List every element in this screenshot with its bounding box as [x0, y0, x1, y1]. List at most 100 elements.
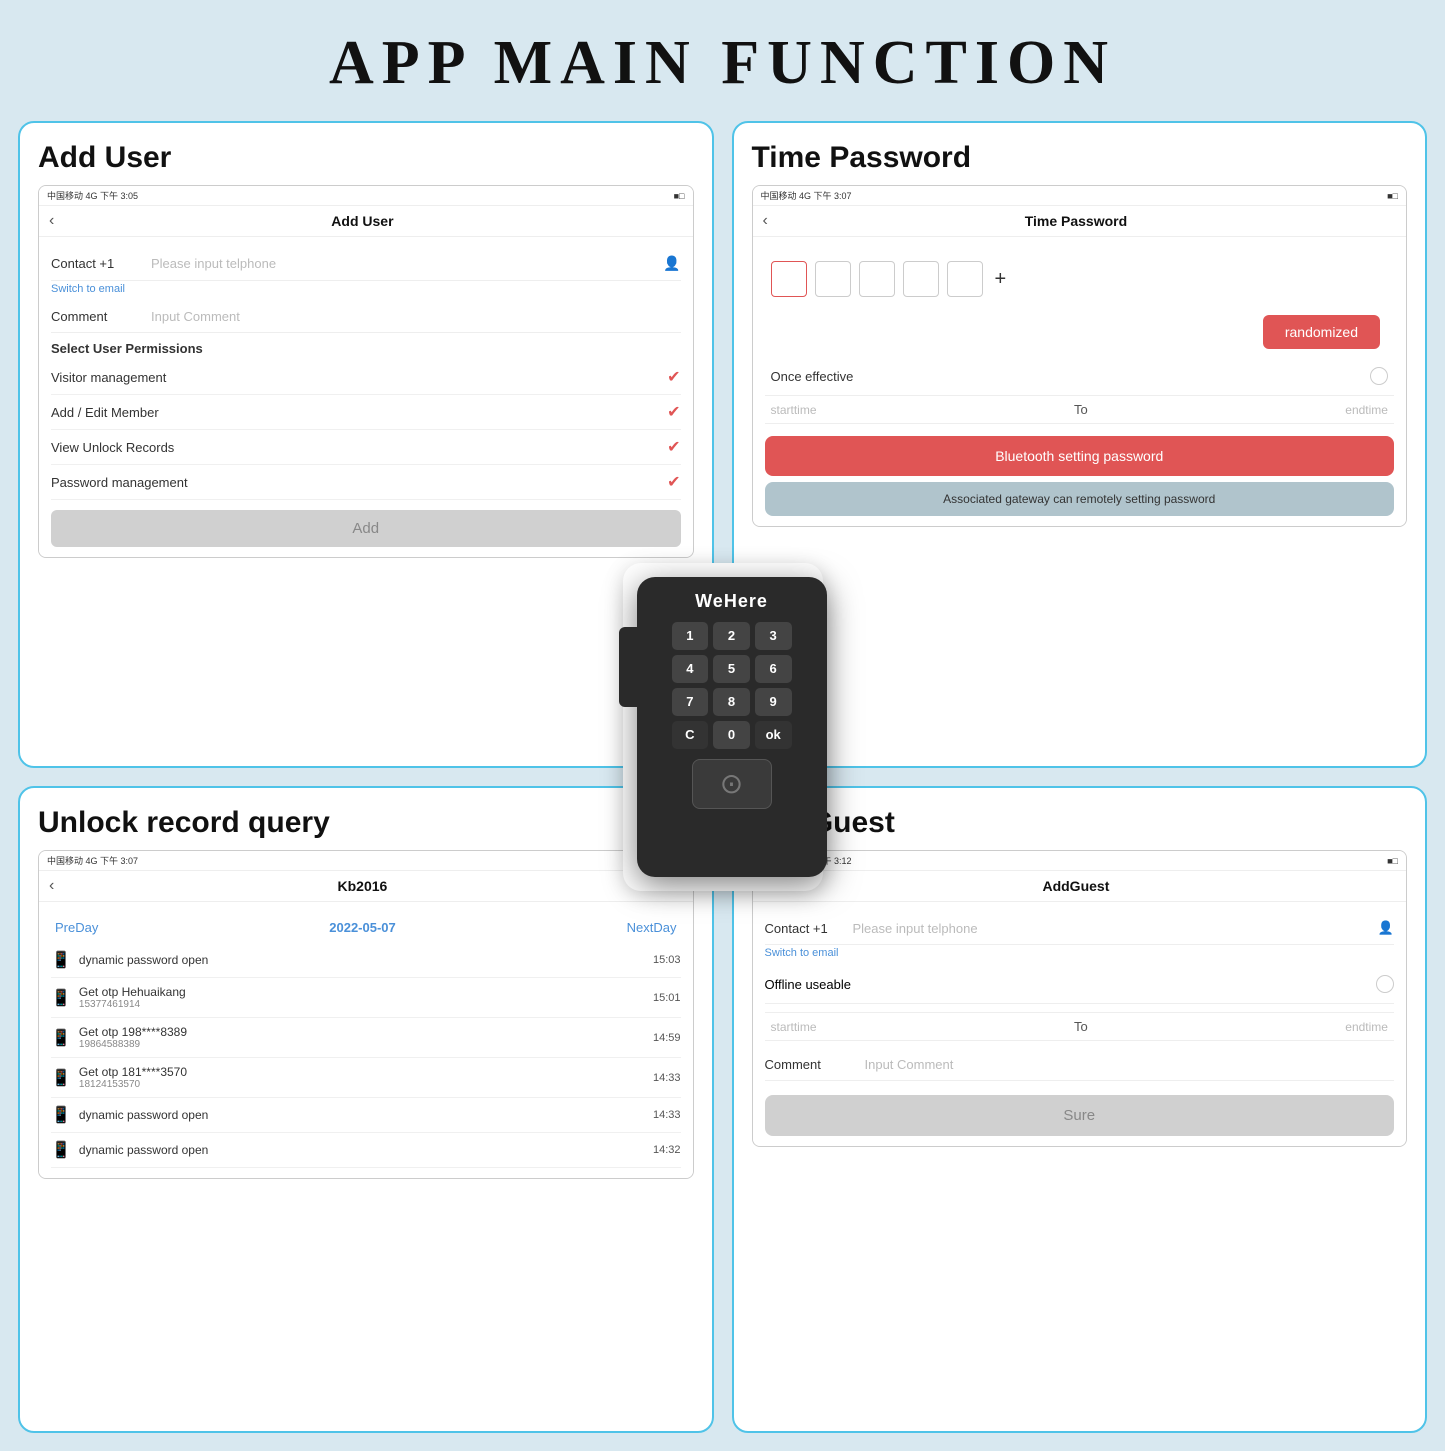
record-info-1: dynamic password open — [79, 953, 645, 967]
key-0[interactable]: 0 — [713, 721, 750, 749]
status-bar-tp: 中国移动 4G 下午 3:07 ■□ — [753, 186, 1407, 206]
key-3[interactable]: 3 — [755, 622, 792, 650]
key-8[interactable]: 8 — [713, 688, 750, 716]
add-guest-phone: 中国移动 4G 下午 3:12 ■□ ‹ AddGuest Contact +1… — [752, 850, 1408, 1147]
perm-member-check: ✔ — [667, 402, 680, 422]
key-6[interactable]: 6 — [755, 655, 792, 683]
tp-box-1[interactable] — [771, 261, 807, 297]
record-phone-icon-6: 📱 — [51, 1140, 71, 1160]
record-time-4: 14:33 — [653, 1072, 681, 1084]
ag-comment-placeholder: Input Comment — [865, 1057, 1395, 1072]
comment-label: Comment — [51, 309, 151, 324]
keypad: 1 2 3 4 5 6 7 8 9 C 0 ok — [672, 622, 792, 749]
tp-box-4[interactable] — [903, 261, 939, 297]
once-effective-label: Once effective — [771, 369, 854, 384]
perm-password: Password management ✔ — [51, 465, 681, 500]
perm-member: Add / Edit Member ✔ — [51, 395, 681, 430]
record-row-4: 📱 Get otp 181****3570 18124153570 14:33 — [51, 1058, 681, 1098]
record-phone-icon-1: 📱 — [51, 950, 71, 970]
record-row-1: 📱 dynamic password open 15:03 — [51, 943, 681, 978]
record-time-2: 15:01 — [653, 992, 681, 1004]
key-1[interactable]: 1 — [672, 622, 709, 650]
record-sub-4: 18124153570 — [79, 1079, 645, 1090]
record-time-3: 14:59 — [653, 1032, 681, 1044]
ag-to-label: To — [1074, 1019, 1088, 1034]
tp-box-5[interactable] — [947, 261, 983, 297]
ag-contact-icon: 👤 — [1378, 920, 1394, 936]
key-c[interactable]: C — [672, 721, 709, 749]
switch-email-link[interactable]: Switch to email — [51, 283, 681, 295]
record-phone-icon-5: 📱 — [51, 1105, 71, 1125]
record-sub-2: 15377461914 — [79, 999, 645, 1010]
contact-placeholder: Please input telphone — [151, 256, 663, 271]
ag-switch-email[interactable]: Switch to email — [765, 947, 1395, 959]
device-brand: WeHere — [695, 591, 768, 612]
key-ok[interactable]: ok — [755, 721, 792, 749]
unlock-record-title: Unlock record query — [38, 806, 694, 840]
add-guest-body: Contact +1 Please input telphone 👤 Switc… — [753, 902, 1407, 1146]
device-body: WeHere 1 2 3 4 5 6 7 8 9 C 0 ok ⊙ — [637, 577, 827, 877]
record-title-2: Get otp Hehuaikang — [79, 985, 645, 999]
device-side-bar — [619, 627, 637, 707]
add-user-panel: Add User 中国移动 4G 下午 3:05 ■□ ‹ Add User C… — [18, 121, 714, 768]
key-7[interactable]: 7 — [672, 688, 709, 716]
add-button[interactable]: Add — [51, 510, 681, 547]
add-user-phone: 中国移动 4G 下午 3:05 ■□ ‹ Add User Contact +1… — [38, 185, 694, 558]
record-time-5: 14:33 — [653, 1109, 681, 1121]
record-title-6: dynamic password open — [79, 1143, 645, 1157]
record-phone-icon-2: 📱 — [51, 988, 71, 1008]
key-9[interactable]: 9 — [755, 688, 792, 716]
randomized-button[interactable]: randomized — [1263, 315, 1380, 349]
tp-box-3[interactable] — [859, 261, 895, 297]
time-range-row: starttime To endtime — [765, 395, 1395, 424]
record-title-4: Get otp 181****3570 — [79, 1065, 645, 1079]
page-title: APP MAIN FUNCTION — [0, 0, 1445, 121]
endtime-label: endtime — [1345, 403, 1388, 417]
fingerprint-area: ⊙ — [692, 759, 772, 809]
back-arrow-tp-icon[interactable]: ‹ — [763, 212, 768, 230]
next-day-btn[interactable]: NextDay — [627, 920, 677, 935]
contact-icon: 👤 — [663, 255, 680, 272]
once-effective-radio[interactable] — [1370, 367, 1388, 385]
status-bar-add-user: 中国移动 4G 下午 3:05 ■□ — [39, 186, 693, 206]
record-sub-3: 19864588389 — [79, 1039, 645, 1050]
key-5[interactable]: 5 — [713, 655, 750, 683]
ag-starttime-label: starttime — [771, 1020, 817, 1034]
time-password-body: + randomized Once effective starttime To… — [753, 237, 1407, 526]
add-user-body: Contact +1 Please input telphone 👤 Switc… — [39, 237, 693, 557]
key-4[interactable]: 4 — [672, 655, 709, 683]
contact-label: Contact +1 — [51, 256, 151, 271]
perm-records-check: ✔ — [667, 437, 680, 457]
once-effective-row: Once effective — [765, 357, 1395, 395]
gateway-btn[interactable]: Associated gateway can remotely setting … — [765, 482, 1395, 516]
record-info-4: Get otp 181****3570 18124153570 — [79, 1065, 645, 1090]
perm-records: View Unlock Records ✔ — [51, 430, 681, 465]
select-permissions-header: Select User Permissions — [51, 333, 681, 360]
ag-comment-label: Comment — [765, 1057, 865, 1072]
bluetooth-setting-btn[interactable]: Bluetooth setting password — [765, 436, 1395, 476]
perm-visitor-label: Visitor management — [51, 370, 166, 385]
record-row-6: 📱 dynamic password open 14:32 — [51, 1133, 681, 1168]
record-row-3: 📱 Get otp 198****8389 19864588389 14:59 — [51, 1018, 681, 1058]
sure-button[interactable]: Sure — [765, 1095, 1395, 1136]
to-label: To — [1074, 402, 1088, 417]
key-2[interactable]: 2 — [713, 622, 750, 650]
record-title-1: dynamic password open — [79, 953, 645, 967]
unlock-record-panel: Unlock record query 中国移动 4G 下午 3:07 ■□ ‹… — [18, 786, 714, 1433]
unlock-record-body: PreDay 2022-05-07 NextDay 📱 dynamic pass… — [39, 902, 693, 1178]
comment-row: Comment Input Comment — [51, 301, 681, 333]
record-info-6: dynamic password open — [79, 1143, 645, 1157]
record-info-3: Get otp 198****8389 19864588389 — [79, 1025, 645, 1050]
time-password-panel: Time Password 中国移动 4G 下午 3:07 ■□ ‹ Time … — [732, 121, 1428, 768]
tp-box-2[interactable] — [815, 261, 851, 297]
record-phone-icon-3: 📱 — [51, 1028, 71, 1048]
perm-password-label: Password management — [51, 475, 188, 490]
record-info-5: dynamic password open — [79, 1108, 645, 1122]
back-arrow-icon[interactable]: ‹ — [49, 212, 54, 230]
device-container: WeHere 1 2 3 4 5 6 7 8 9 C 0 ok ⊙ — [623, 563, 823, 891]
back-arrow-ur-icon[interactable]: ‹ — [49, 877, 54, 895]
prev-day-btn[interactable]: PreDay — [55, 920, 98, 935]
record-phone-icon-4: 📱 — [51, 1068, 71, 1088]
offline-radio[interactable] — [1376, 975, 1394, 993]
ag-comment-row: Comment Input Comment — [765, 1049, 1395, 1081]
